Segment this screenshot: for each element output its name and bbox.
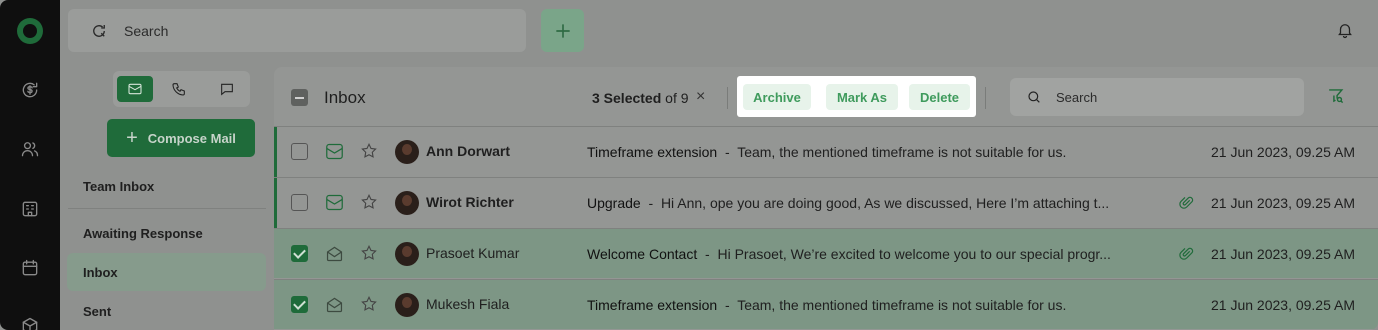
- compose-mail-label: Compose Mail: [147, 130, 236, 146]
- sidebar-item-awaiting-response[interactable]: Awaiting Response: [83, 226, 203, 241]
- mail-icon: [325, 194, 344, 211]
- selection-count: 3 Selected of 9: [592, 90, 689, 106]
- mail-icon: [128, 83, 142, 95]
- preview: Hi Ann, ope you are doing good, As we di…: [660, 195, 1110, 211]
- subject: Timeframe extension: [587, 297, 718, 313]
- message-summary: Welcome Contact - Hi Prasoet, We’re exci…: [587, 246, 1135, 262]
- search-icon: [1028, 91, 1040, 103]
- mail-toolbar: Inbox 3 Selected of 9 × Archive Mark As …: [274, 67, 1378, 126]
- mail-list-panel: Inbox 3 Selected of 9 × Archive Mark As …: [274, 67, 1378, 330]
- separator: -: [724, 144, 730, 160]
- selected-count: 3 Selected: [592, 90, 662, 106]
- avatar: [395, 242, 419, 266]
- mark-as-button[interactable]: Mark As: [826, 84, 898, 110]
- bulk-actions-group: Archive Mark As Delete: [737, 76, 976, 117]
- toolbar-divider: [985, 87, 986, 109]
- phone-icon: [172, 83, 185, 96]
- sidebar-item-inbox[interactable]: Inbox: [83, 265, 118, 280]
- mail-search-placeholder: Search: [1056, 89, 1098, 105]
- box-icon[interactable]: [18, 314, 42, 330]
- plus-icon: +: [126, 127, 138, 149]
- star-icon[interactable]: [360, 142, 378, 160]
- mail-open-icon: [325, 296, 344, 313]
- sender-name: Ann Dorwart: [426, 143, 510, 159]
- select-all-checkbox[interactable]: [291, 89, 308, 106]
- chat-icon: [221, 83, 233, 96]
- page-title: Inbox: [324, 88, 366, 107]
- message-summary: Timeframe extension - Team, the mentione…: [587, 297, 1135, 313]
- row-checkbox[interactable]: [291, 143, 308, 160]
- table-row[interactable]: Prasoet Kumar Welcome Contact - Hi Praso…: [274, 228, 1378, 278]
- sidebar-divider: [68, 208, 266, 209]
- attachment-icon: [1179, 195, 1195, 211]
- notifications-button[interactable]: [1336, 21, 1356, 41]
- unread-indicator: [274, 178, 277, 228]
- star-icon[interactable]: [360, 244, 378, 262]
- table-row[interactable]: Ann Dorwart Timeframe extension - Team, …: [274, 126, 1378, 177]
- filter-button[interactable]: [1326, 86, 1346, 106]
- calendar-icon[interactable]: [18, 256, 42, 280]
- message-summary: Timeframe extension - Team, the mentione…: [587, 144, 1135, 160]
- row-checkbox[interactable]: [291, 245, 308, 262]
- phone-channel-tab[interactable]: [161, 76, 197, 102]
- separator: -: [724, 297, 730, 313]
- email-channel-tab[interactable]: [117, 76, 153, 102]
- add-button[interactable]: [541, 9, 584, 52]
- filter-icon: [1329, 89, 1344, 104]
- sender-name: Prasoet Kumar: [426, 245, 520, 261]
- star-icon[interactable]: [360, 295, 378, 313]
- building-icon[interactable]: [18, 197, 42, 221]
- preview: Team, the mentioned timeframe is not sui…: [737, 144, 1067, 160]
- plus-icon: [555, 23, 570, 38]
- separator: -: [705, 246, 710, 262]
- avatar: [395, 191, 419, 215]
- search-icon: [93, 24, 105, 37]
- channel-switcher: [113, 71, 250, 107]
- mail-open-icon: [325, 245, 344, 262]
- separator: -: [648, 195, 654, 211]
- attachment-icon: [1179, 246, 1195, 262]
- bell-icon: [1338, 24, 1352, 39]
- global-search-input[interactable]: Search: [68, 9, 526, 52]
- left-rail: [0, 0, 60, 330]
- subject: Timeframe extension: [587, 144, 718, 160]
- subject: Upgrade: [587, 195, 641, 211]
- global-search-placeholder: Search: [124, 22, 169, 39]
- subject: Welcome Contact: [587, 246, 698, 262]
- compose-mail-button[interactable]: + Compose Mail: [107, 119, 255, 157]
- toolbar-divider: [727, 87, 728, 109]
- message-summary: Upgrade - Hi Ann, ope you are doing good…: [587, 195, 1135, 211]
- star-icon[interactable]: [360, 193, 378, 211]
- logo-icon[interactable]: [17, 18, 43, 44]
- sidebar-item-sent[interactable]: Sent: [83, 304, 111, 319]
- date: 21 Jun 2023, 09.25 AM: [1211, 246, 1355, 262]
- date: 21 Jun 2023, 09.25 AM: [1211, 195, 1355, 211]
- delete-button[interactable]: Delete: [909, 84, 970, 110]
- table-row[interactable]: Mukesh Fiala Timeframe extension - Team,…: [274, 279, 1378, 329]
- archive-button[interactable]: Archive: [743, 84, 811, 110]
- app-window: Search + Compose Mail Team Inbox Awaitin…: [0, 0, 1378, 330]
- row-checkbox[interactable]: [291, 296, 308, 313]
- date: 21 Jun 2023, 09.25 AM: [1211, 144, 1355, 160]
- chat-channel-tab[interactable]: [209, 76, 245, 102]
- unread-indicator: [274, 127, 277, 177]
- avatar: [395, 293, 419, 317]
- preview: Hi Prasoet, We’re excited to welcome you…: [717, 246, 1111, 262]
- users-icon[interactable]: [18, 137, 42, 161]
- sidebar-item-team-inbox[interactable]: Team Inbox: [83, 179, 154, 194]
- avatar: [395, 140, 419, 164]
- sender-name: Wirot Richter: [426, 194, 514, 210]
- mail-icon: [325, 143, 344, 160]
- preview: Team, the mentioned timeframe is not sui…: [737, 297, 1067, 313]
- clear-selection-button[interactable]: ×: [696, 88, 705, 106]
- date: 21 Jun 2023, 09.25 AM: [1211, 297, 1355, 313]
- mail-search-input[interactable]: Search: [1010, 78, 1304, 116]
- total-count: of 9: [665, 90, 689, 106]
- table-row[interactable]: Wirot Richter Upgrade - Hi Ann, ope you …: [274, 177, 1378, 228]
- dollar-refresh-icon[interactable]: [18, 78, 42, 102]
- sender-name: Mukesh Fiala: [426, 296, 510, 312]
- row-checkbox[interactable]: [291, 194, 308, 211]
